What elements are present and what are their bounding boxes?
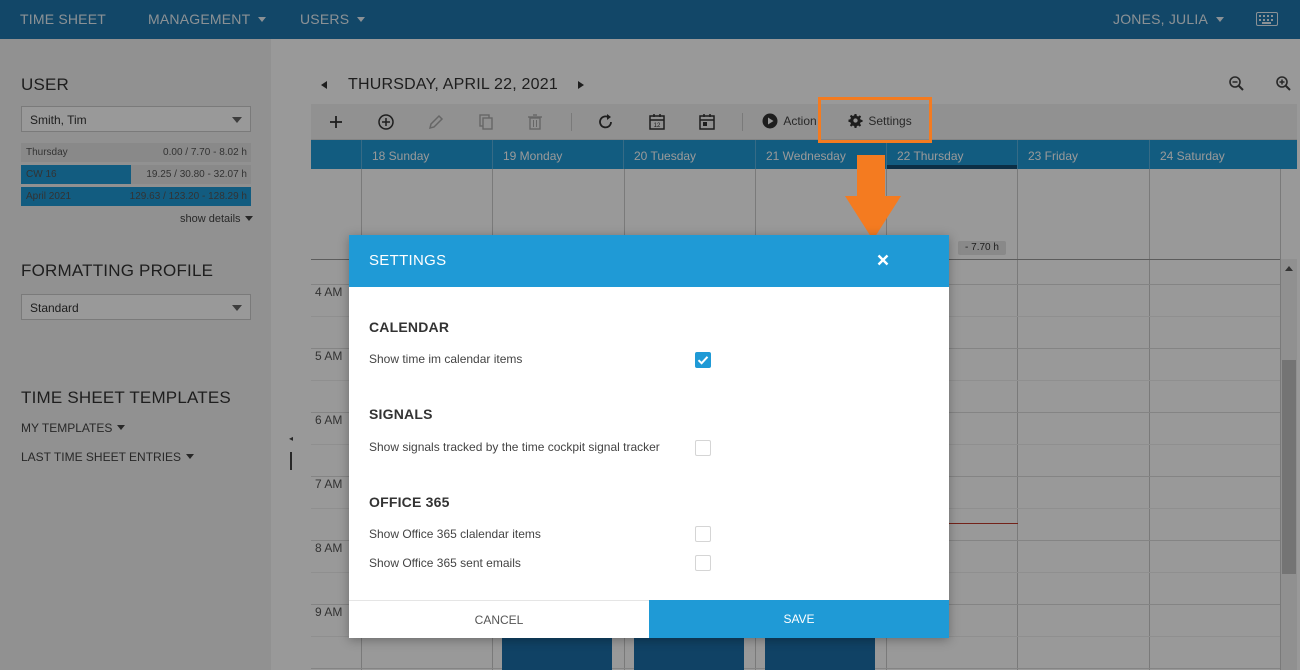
option-show-time-checkbox[interactable]: [695, 352, 711, 368]
option-signals-checkbox[interactable]: [695, 440, 711, 456]
annotation-arrow-stem: [857, 155, 885, 197]
dialog-footer: CANCEL SAVE: [349, 600, 949, 638]
save-button[interactable]: SAVE: [649, 600, 949, 638]
section-signals-title: SIGNALS: [369, 406, 433, 422]
checkmark-icon: [697, 356, 709, 365]
cancel-button[interactable]: CANCEL: [349, 600, 649, 638]
dialog-header: SETTINGS: [349, 235, 949, 287]
settings-highlight-box: [818, 97, 932, 143]
option-signals-label: Show signals tracked by the time cockpit…: [369, 440, 660, 454]
close-icon[interactable]: [874, 251, 892, 269]
annotation-arrow-down-icon: [845, 196, 901, 240]
option-o365-emails-label: Show Office 365 sent emails: [369, 556, 521, 570]
settings-dialog: SETTINGS CALENDAR Show time im calendar …: [349, 235, 949, 638]
section-calendar-title: CALENDAR: [369, 319, 450, 335]
option-o365-calendar-label: Show Office 365 clalendar items: [369, 527, 541, 541]
option-o365-calendar-checkbox[interactable]: [695, 526, 711, 542]
option-o365-emails-checkbox[interactable]: [695, 555, 711, 571]
section-office365-title: OFFICE 365: [369, 494, 450, 510]
option-show-time-label: Show time im calendar items: [369, 352, 523, 366]
dialog-title: SETTINGS: [369, 252, 447, 269]
